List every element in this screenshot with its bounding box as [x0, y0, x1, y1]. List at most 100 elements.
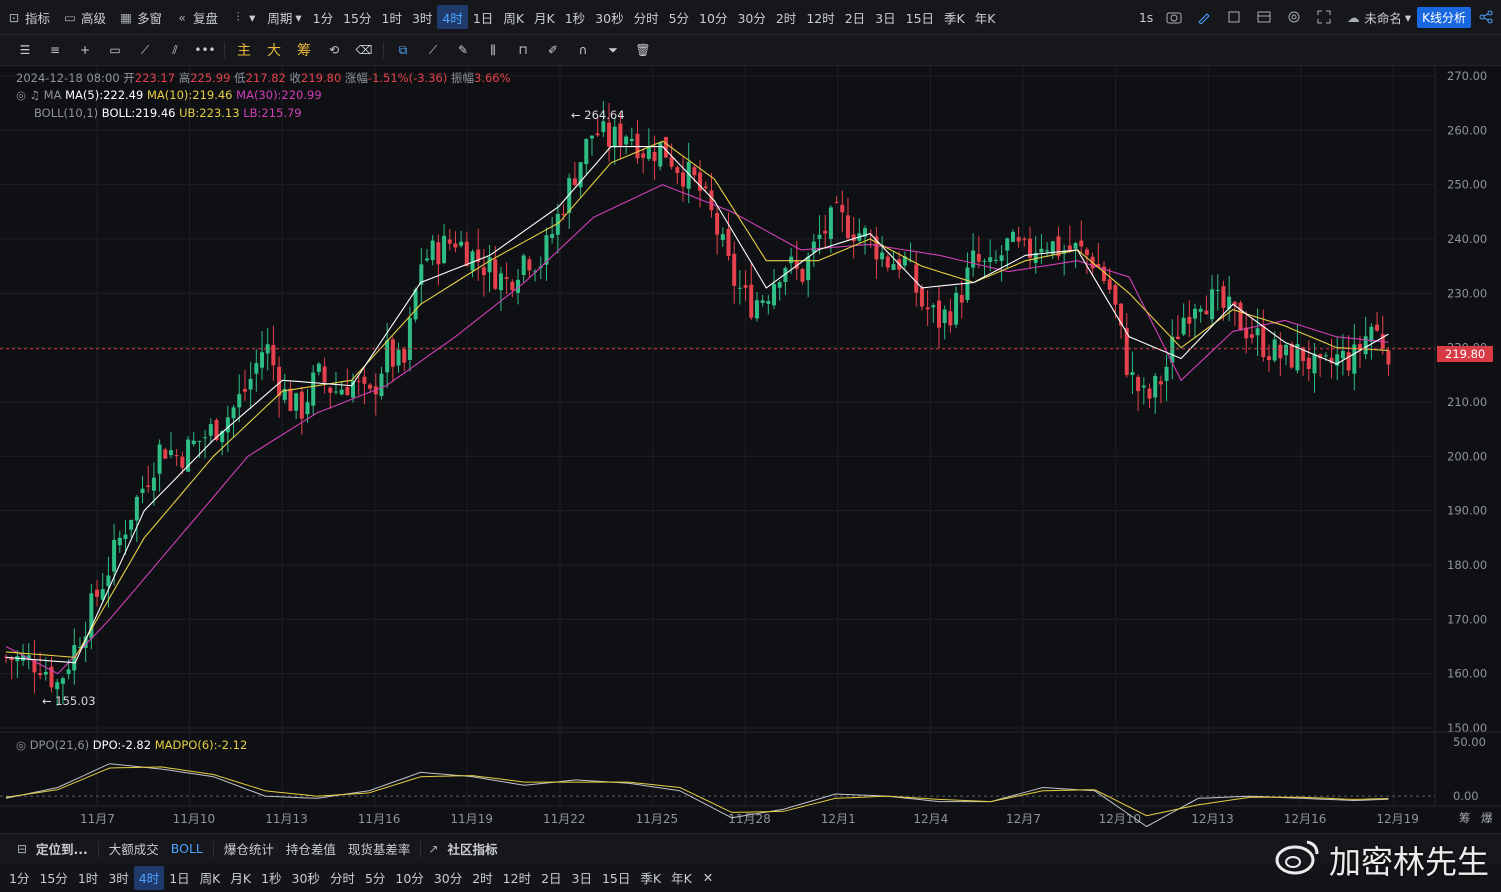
bottom-interval-14[interactable]: 2时: [467, 866, 497, 890]
pen-icon[interactable]: [1189, 3, 1219, 31]
candle-type-button[interactable]: ⫶ ▾: [224, 5, 261, 29]
basis-button[interactable]: 现货基差率: [342, 837, 417, 861]
eraser-icon[interactable]: ⌫: [349, 36, 379, 64]
note-icon[interactable]: ✐: [538, 36, 568, 64]
candle-body: [123, 534, 128, 539]
fib-icon[interactable]: ⫽: [160, 36, 190, 64]
bottom-interval-15[interactable]: 12时: [498, 866, 536, 890]
collapse-icon[interactable]: ◎: [16, 88, 26, 102]
advanced-button[interactable]: ▭ 高级: [56, 5, 112, 29]
indicator-button[interactable]: ⊡ 指标: [0, 5, 56, 29]
top-interval-20[interactable]: 年K: [970, 5, 1001, 29]
bottom-interval-9[interactable]: 30秒: [287, 866, 325, 890]
top-interval-16[interactable]: 2日: [840, 5, 870, 29]
top-interval-6[interactable]: 周K: [498, 5, 529, 29]
bottom-interval-0[interactable]: 1分: [4, 866, 34, 890]
collapse-icon[interactable]: ◎: [16, 738, 26, 752]
trash-icon[interactable]: 🗑: [628, 36, 658, 64]
chart-area[interactable]: 270.00260.00250.00240.00230.00220.00210.…: [0, 66, 1501, 832]
chip-button[interactable]: 筹: [289, 36, 319, 64]
chip-side-label[interactable]: 筹: [1459, 810, 1471, 826]
gear-icon[interactable]: [1279, 3, 1309, 31]
top-interval-12[interactable]: 10分: [694, 5, 732, 29]
layout-icon[interactable]: [1249, 3, 1279, 31]
kline-analysis-button[interactable]: K线分析: [1417, 6, 1471, 28]
close-icon[interactable]: ✕: [697, 866, 719, 890]
multi-window-button[interactable]: ▦ 多窗: [112, 5, 168, 29]
top-interval-0[interactable]: 1分: [308, 5, 338, 29]
layout-name-button[interactable]: ☁ 未命名 ▾: [1339, 5, 1417, 29]
top-interval-18[interactable]: 15日: [901, 5, 939, 29]
menu-icon[interactable]: ☰: [10, 36, 40, 64]
big-order-button[interactable]: 大: [259, 36, 289, 64]
oi-diff-button[interactable]: 持仓差值: [280, 837, 342, 861]
locate-button[interactable]: 定位到...: [30, 837, 94, 861]
bottom-interval-17[interactable]: 3日: [567, 866, 597, 890]
fullscreen-icon[interactable]: [1309, 3, 1339, 31]
bottom-interval-3[interactable]: 3时: [103, 866, 133, 890]
bottom-interval-12[interactable]: 10分: [390, 866, 428, 890]
ruler-icon[interactable]: ⟋: [130, 36, 160, 64]
top-interval-5[interactable]: 1日: [468, 5, 498, 29]
top-interval-15[interactable]: 12时: [801, 5, 839, 29]
candle-body: [43, 672, 48, 675]
top-interval-2[interactable]: 1时: [377, 5, 407, 29]
bottom-interval-1[interactable]: 15分: [34, 866, 72, 890]
top-interval-11[interactable]: 5分: [664, 5, 694, 29]
brush-icon[interactable]: ✎: [448, 36, 478, 64]
bottom-interval-8[interactable]: 1秒: [256, 866, 286, 890]
replay-button[interactable]: « 复盘: [168, 5, 224, 29]
bottom-interval-4[interactable]: 4时: [133, 865, 165, 890]
bottom-interval-5[interactable]: 1日: [164, 866, 194, 890]
boll-button[interactable]: BOLL: [165, 837, 209, 861]
bottom-interval-20[interactable]: 年K: [666, 866, 697, 890]
camera-icon[interactable]: [1159, 3, 1189, 31]
top-interval-17[interactable]: 3日: [870, 5, 900, 29]
ma-name[interactable]: MA: [44, 88, 62, 102]
bottom-interval-18[interactable]: 15日: [597, 866, 635, 890]
bottom-interval-19[interactable]: 季K: [635, 866, 666, 890]
burst-side-label[interactable]: 爆: [1481, 810, 1493, 826]
more-icon[interactable]: •••: [190, 36, 220, 64]
crosshair-icon[interactable]: +: [70, 36, 100, 64]
filter-icon[interactable]: ⏷: [598, 36, 628, 64]
period-button[interactable]: 周期 ▾: [261, 5, 307, 29]
bottom-interval-11[interactable]: 5分: [360, 866, 390, 890]
community-indicator-button[interactable]: 社区指标: [441, 837, 503, 861]
bell-icon[interactable]: ♫: [30, 88, 40, 102]
measure-icon[interactable]: ⟋: [418, 36, 448, 64]
top-interval-7[interactable]: 月K: [529, 5, 560, 29]
share-icon[interactable]: [1471, 3, 1501, 31]
speed-button[interactable]: 1s: [1133, 5, 1159, 29]
dpo-name[interactable]: DPO(21,6): [30, 738, 89, 752]
bottom-interval-7[interactable]: 月K: [225, 866, 256, 890]
top-interval-10[interactable]: 分时: [629, 5, 664, 29]
main-force-button[interactable]: 主: [229, 36, 259, 64]
popout-icon[interactable]: [1219, 3, 1249, 31]
big-deal-button[interactable]: 大额成交: [103, 837, 165, 861]
top-interval-4[interactable]: 4时: [437, 5, 468, 29]
top-interval-1[interactable]: 15分: [338, 5, 376, 29]
lock-icon[interactable]: ⊓: [508, 36, 538, 64]
top-interval-8[interactable]: 1秒: [560, 5, 590, 29]
bottom-interval-16[interactable]: 2日: [536, 866, 566, 890]
copy-icon[interactable]: ⧉: [388, 36, 418, 64]
list-icon[interactable]: ≡: [40, 36, 70, 64]
top-interval-3[interactable]: 3时: [407, 5, 437, 29]
bottom-interval-2[interactable]: 1时: [73, 866, 103, 890]
top-interval-13[interactable]: 30分: [732, 5, 770, 29]
bottom-interval-10[interactable]: 分时: [325, 866, 360, 890]
pattern-icon[interactable]: ⫼: [478, 36, 508, 64]
bottom-interval-13[interactable]: 30分: [429, 866, 467, 890]
candle-body: [151, 477, 156, 491]
top-interval-19[interactable]: 季K: [939, 5, 970, 29]
price-chart[interactable]: 270.00260.00250.00240.00230.00220.00210.…: [0, 66, 1501, 832]
top-interval-14[interactable]: 2时: [771, 5, 801, 29]
top-interval-9[interactable]: 30秒: [590, 5, 628, 29]
magnet-icon[interactable]: ∩: [568, 36, 598, 64]
bottom-interval-6[interactable]: 周K: [195, 866, 226, 890]
boll-name[interactable]: BOLL(10,1): [34, 106, 98, 120]
sync-icon[interactable]: ⟲: [319, 36, 349, 64]
rectangle-icon[interactable]: ▭: [100, 36, 130, 64]
liquidation-button[interactable]: 爆仓统计: [218, 837, 280, 861]
